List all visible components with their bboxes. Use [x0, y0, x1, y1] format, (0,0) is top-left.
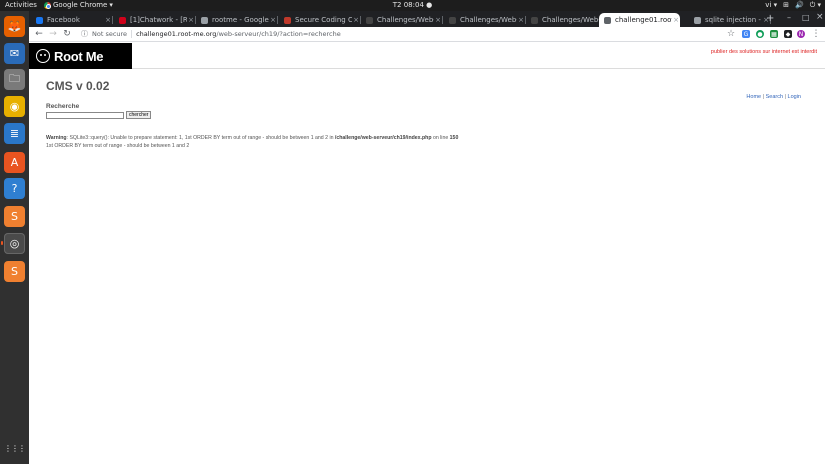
php-warning: Warning: SQLite3::query(): Unable to pre…: [46, 135, 458, 150]
tab-favicon-icon: [201, 16, 208, 24]
sublime-icon[interactable]: S: [4, 206, 25, 227]
browser-tab[interactable]: Facebook ×: [31, 13, 113, 27]
warning-message: : SQLite3::query(): Unable to prepare st…: [66, 135, 335, 141]
tab-favicon-icon: [284, 16, 291, 24]
browser-tab[interactable]: [1]Chatwork - [R&D×: [114, 13, 196, 27]
new-tab-button[interactable]: +: [766, 13, 774, 25]
clock[interactable]: T2 08:04 ●: [0, 0, 825, 11]
writer-icon[interactable]: ≣: [4, 123, 25, 144]
chrome-menu-icon[interactable]: ⋮: [810, 28, 822, 40]
browser-tab[interactable]: Challenges/Web-S×: [361, 13, 443, 27]
error-message: 1st ORDER BY term out of range - should …: [46, 142, 190, 149]
omnibox-divider: [131, 30, 133, 38]
browser-tab[interactable]: Challenges/Web-S×: [444, 13, 526, 27]
extension-icon-dark[interactable]: ◆: [784, 30, 792, 38]
browser-tab[interactable]: rootme - Google S×: [196, 13, 278, 27]
tab-title: sqlite injection - G: [705, 16, 762, 24]
tab-favicon-icon: [694, 16, 701, 24]
language-indicator[interactable]: vi ▾: [765, 0, 777, 11]
software-center-icon[interactable]: A: [4, 152, 25, 173]
tab-favicon-icon: [119, 16, 126, 24]
browser-toolbar: ← → ↻ ⓘ Not secure challenge01.root-me.o…: [29, 27, 825, 42]
tab-title: challenge01.root-m: [615, 16, 672, 24]
chrome-icon[interactable]: ◎: [1, 233, 25, 254]
bookmark-star-icon[interactable]: ☆: [725, 28, 737, 40]
tab-title: rootme - Google S: [212, 16, 269, 24]
tab-title: Challenges/Web-S: [460, 16, 517, 24]
warning-on-line: on line: [431, 135, 450, 141]
tab-close-icon[interactable]: ×: [104, 16, 112, 24]
tab-close-icon[interactable]: ×: [187, 16, 195, 24]
skull-icon: [36, 49, 50, 63]
search-button[interactable]: chercher: [126, 111, 152, 119]
extension-icon-sheet[interactable]: ▦: [770, 30, 778, 38]
back-button[interactable]: ←: [33, 28, 45, 40]
site-header: Root Me publier des solutions sur intern…: [29, 42, 825, 69]
minimize-button[interactable]: –: [787, 13, 791, 22]
url-host: challenge01.root-me.org: [136, 30, 217, 38]
page-title: CMS v 0.02: [46, 79, 110, 93]
tab-close-icon[interactable]: ×: [517, 16, 525, 24]
sublime-icon-2[interactable]: S: [4, 261, 25, 282]
tab-title: Challenges/Web-S: [377, 16, 434, 24]
network-icon[interactable]: ⊞: [783, 0, 789, 11]
warning-label: Warning: [46, 135, 67, 141]
ubuntu-dock: 🦊 ✉ 🗀 ◉ ≣ A? S ◎ S ⋮⋮⋮: [0, 11, 29, 464]
gnome-top-bar: Activities Google Chrome ▾ T2 08:04 ● vi…: [0, 0, 825, 11]
profile-avatar[interactable]: N: [797, 30, 805, 38]
tab-favicon-icon: [36, 16, 43, 24]
warning-file: /challenge/web-serveur/ch19/index.php: [334, 135, 432, 141]
extension-icon-green[interactable]: ●: [756, 30, 764, 38]
rhythmbox-icon[interactable]: ◉: [4, 96, 25, 117]
not-secure-label: Not secure: [92, 30, 128, 38]
tab-close-icon[interactable]: ×: [352, 16, 360, 24]
tab-title: Secure Coding CTF: [295, 16, 352, 24]
help-icon[interactable]: ?: [4, 178, 25, 199]
system-tray[interactable]: vi ▾ ⊞ 🔊 ⏻ ▾: [765, 0, 821, 11]
info-icon[interactable]: ⓘ: [81, 29, 88, 39]
tab-title: [1]Chatwork - [R&D: [130, 16, 187, 24]
notice-text: publier des solutions sur internet est i…: [710, 49, 817, 55]
firefox-icon[interactable]: 🦊: [4, 16, 25, 37]
root-me-logo[interactable]: Root Me: [29, 43, 132, 69]
tab-close-icon[interactable]: ×: [434, 16, 442, 24]
tab-favicon-icon: [366, 16, 373, 24]
tab-close-icon[interactable]: ×: [672, 16, 680, 24]
forward-button[interactable]: →: [47, 28, 59, 40]
url-path: /web-serveur/ch19/?action=recherche: [216, 30, 341, 38]
home-link[interactable]: Home: [746, 94, 761, 100]
tab-favicon-icon: [604, 16, 611, 24]
power-icon[interactable]: ⏻ ▾: [810, 0, 821, 11]
web-page: Root Me publier des solutions sur intern…: [29, 42, 825, 464]
top-links: Home | Search | Login: [746, 94, 801, 100]
browser-tab[interactable]: Challenges/Web-S×: [526, 13, 607, 27]
warning-line-number: 150: [449, 135, 459, 141]
search-link[interactable]: Search: [766, 94, 783, 100]
address-bar[interactable]: ⓘ Not secure challenge01.root-me.org /we…: [81, 28, 735, 40]
close-window-button[interactable]: ×: [816, 12, 824, 22]
reload-button[interactable]: ↻: [61, 28, 73, 40]
login-link[interactable]: Login: [788, 94, 801, 100]
files-icon[interactable]: 🗀: [4, 69, 25, 90]
tab-favicon-icon: [449, 16, 456, 24]
search-label: Recherche: [46, 103, 80, 110]
search-input[interactable]: [46, 112, 124, 119]
tab-favicon-icon: [531, 16, 538, 24]
browser-tab[interactable]: sqlite injection - G×: [689, 13, 771, 27]
tab-close-icon[interactable]: ×: [269, 16, 277, 24]
thunderbird-icon[interactable]: ✉: [4, 43, 25, 64]
logo-text: Root Me: [54, 48, 104, 64]
tab-strip: Facebook×[1]Chatwork - [R&D×rootme - Goo…: [29, 11, 825, 27]
volume-icon[interactable]: 🔊: [795, 0, 804, 11]
translate-extension-icon[interactable]: G: [742, 30, 750, 38]
browser-tab[interactable]: Secure Coding CTF×: [279, 13, 361, 27]
tab-title: Challenges/Web-S: [542, 16, 599, 24]
maximize-button[interactable]: □: [802, 13, 810, 22]
tab-title: Facebook: [47, 16, 80, 24]
browser-tab[interactable]: challenge01.root-m×: [599, 13, 680, 27]
show-apps-icon[interactable]: ⋮⋮⋮: [4, 438, 26, 459]
